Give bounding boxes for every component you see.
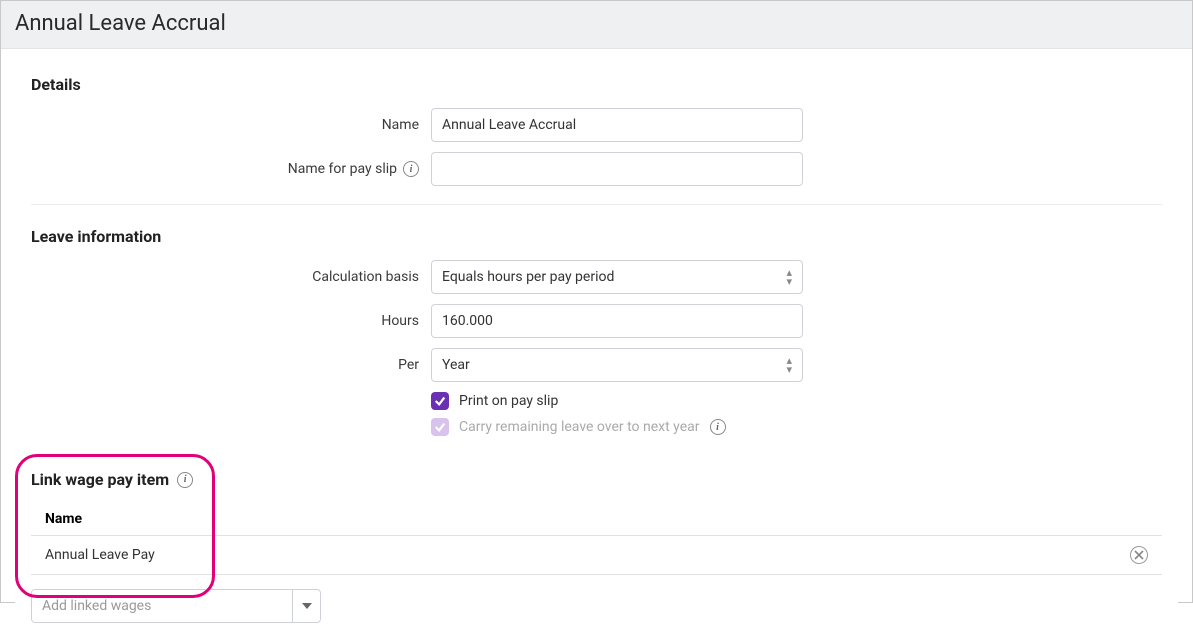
main-panel: Details Name Name for pay slip i Leave i… — [15, 57, 1178, 633]
table-row: Annual Leave Pay — [31, 536, 1162, 575]
calc-basis-select[interactable]: Equals hours per pay period ▴▾ — [431, 260, 803, 294]
per-label: Per — [31, 357, 431, 373]
stepper-icon: ▴▾ — [786, 269, 792, 286]
calc-basis-label: Calculation basis — [31, 269, 431, 285]
linked-wages-table: Name Annual Leave Pay — [31, 503, 1162, 575]
leave-section-title: Leave information — [31, 227, 1162, 246]
details-section-title: Details — [31, 75, 1162, 94]
print-checkbox[interactable] — [431, 392, 449, 410]
page-title: Annual Leave Accrual — [15, 11, 1178, 36]
link-wage-section-title: Link wage pay item — [31, 470, 169, 489]
add-linked-wages-input[interactable] — [32, 590, 292, 622]
calc-basis-row: Calculation basis Equals hours per pay p… — [31, 260, 1162, 294]
print-checkbox-label: Print on pay slip — [459, 393, 558, 409]
section-divider — [31, 204, 1162, 205]
add-linked-wages-combo[interactable] — [31, 589, 321, 623]
hours-input[interactable] — [431, 304, 803, 338]
info-icon[interactable]: i — [403, 161, 419, 177]
per-select[interactable]: Year ▴▾ — [431, 348, 803, 382]
combo-dropdown-button[interactable] — [292, 590, 320, 622]
stepper-icon: ▴▾ — [786, 357, 792, 374]
page-header: Annual Leave Accrual — [1, 1, 1192, 49]
payslip-name-row: Name for pay slip i — [31, 152, 1162, 186]
payslip-name-input[interactable] — [431, 152, 803, 186]
info-icon[interactable]: i — [710, 419, 726, 435]
per-row: Per Year ▴▾ — [31, 348, 1162, 382]
hours-label: Hours — [31, 313, 431, 329]
name-label: Name — [31, 117, 431, 133]
info-icon[interactable]: i — [177, 472, 193, 488]
linked-wage-name: Annual Leave Pay — [45, 547, 155, 563]
per-value: Year — [442, 357, 470, 373]
hours-row: Hours — [31, 304, 1162, 338]
payslip-name-label: Name for pay slip — [288, 161, 397, 177]
name-row: Name — [31, 108, 1162, 142]
link-wage-section: Link wage pay item i Name Annual Leave P… — [31, 470, 1162, 623]
name-input[interactable] — [431, 108, 803, 142]
carry-checkbox-label: Carry remaining leave over to next year — [459, 419, 700, 435]
carry-checkbox — [431, 418, 449, 436]
print-row: Print on pay slip Carry remaining leave … — [31, 392, 1162, 444]
remove-row-button[interactable] — [1130, 546, 1148, 564]
table-header-name: Name — [31, 503, 1162, 536]
calc-basis-value: Equals hours per pay period — [442, 269, 614, 285]
